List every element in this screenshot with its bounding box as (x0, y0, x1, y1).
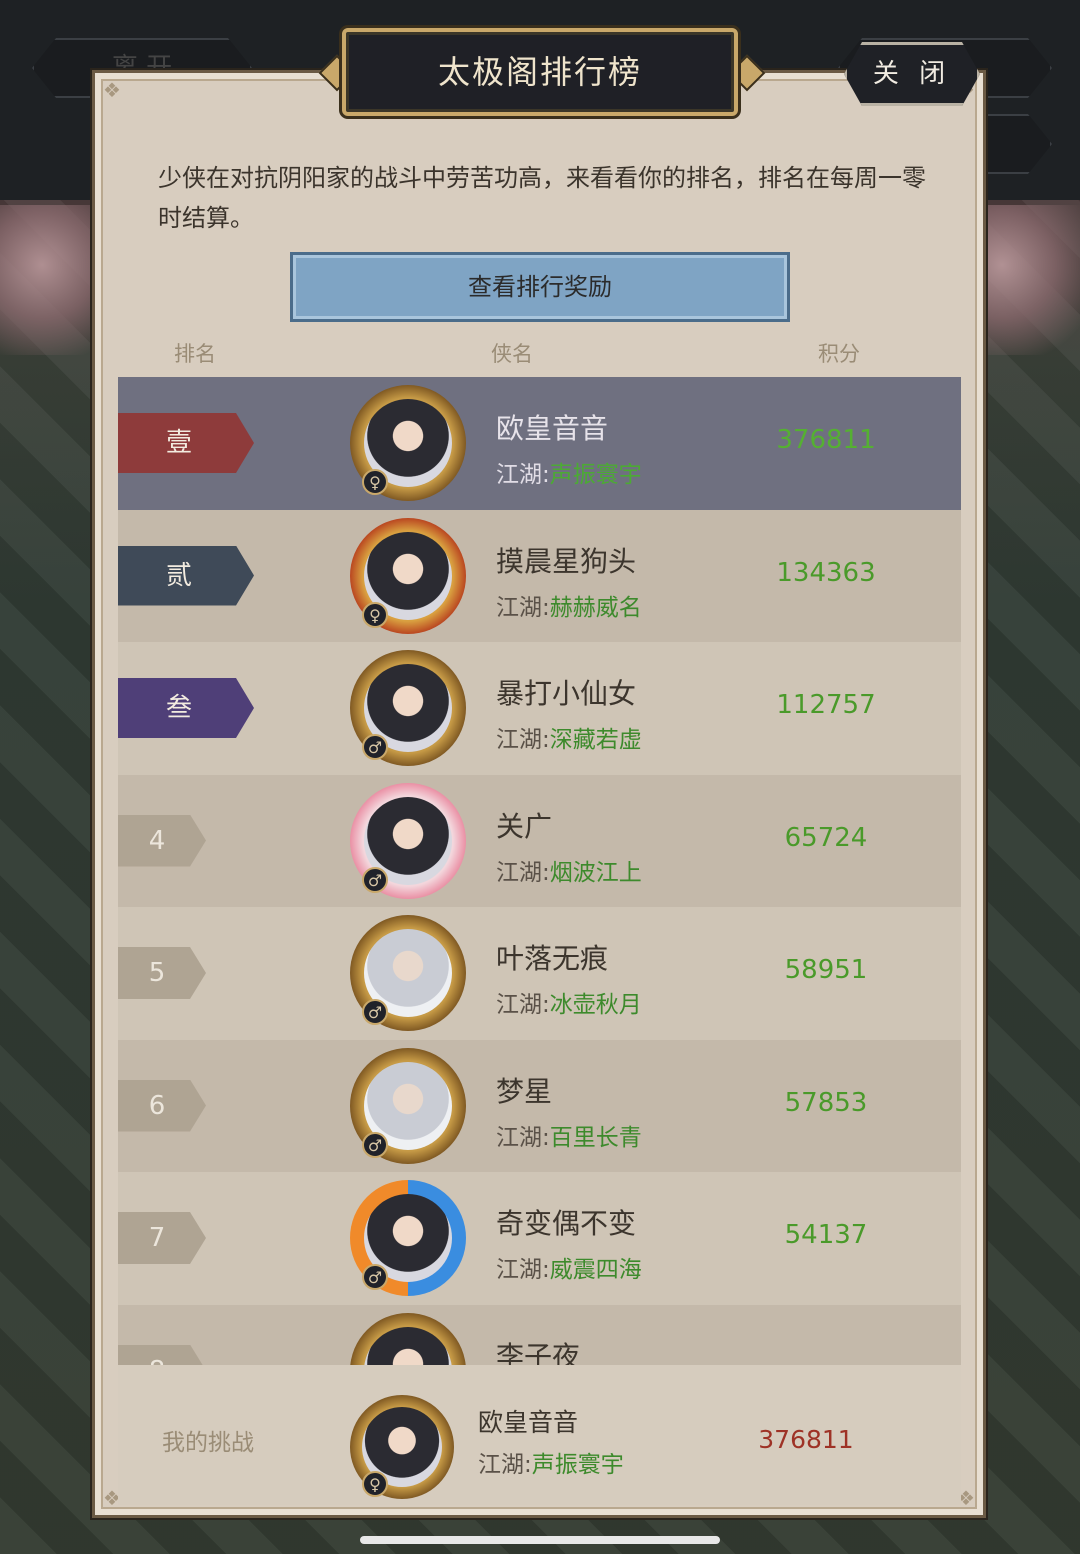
ranking-row[interactable]: 4 ♂ 关广 江湖:烟波江上 65724 (118, 774, 961, 907)
player-name: 梦星 (496, 1074, 553, 1108)
player-score: 112757 (776, 690, 876, 720)
ranking-list[interactable]: 壹 ♀ 欧皇音音 江湖:声振寰宇 376811 贰 ♀ 摸晨星狗头 江湖:赫赫威… (118, 377, 961, 1365)
male-icon: ♂ (362, 1131, 388, 1158)
player-name: 摸晨星狗头 (496, 544, 637, 578)
player-score: 376811 (776, 425, 876, 455)
jianghu-rank: 江湖:赫赫威名 (496, 594, 642, 621)
ranking-row[interactable]: 8 李子夜 (118, 1304, 961, 1366)
my-jianghu-rank: 江湖:声振寰宇 (478, 1452, 624, 1478)
description-text: 少侠在对抗阴阳家的战斗中劳苦功高，来看看你的排名，排名在每周一零时结算。 (158, 164, 926, 232)
avatar[interactable] (350, 1312, 470, 1365)
jianghu-rank: 江湖:威震四海 (496, 1257, 642, 1283)
jianghu-rank: 江湖:烟波江上 (496, 859, 642, 886)
ranking-row[interactable]: 7 ♂ 奇变偶不变 江湖:威震四海 54137 (118, 1172, 961, 1305)
home-indicator[interactable] (360, 1536, 720, 1544)
column-header-name: 侠名 (491, 342, 533, 366)
rank-number: 6 (118, 1079, 206, 1132)
rank-badge: 叁 (118, 678, 254, 738)
avatar[interactable]: ♀ (350, 517, 470, 638)
my-avatar[interactable]: ♀ (350, 1395, 456, 1501)
ranking-row[interactable]: 壹 ♀ 欧皇音音 江湖:声振寰宇 376811 (118, 377, 961, 510)
player-name: 暴打小仙女 (496, 677, 637, 710)
avatar[interactable]: ♂ (350, 650, 470, 770)
column-header-rank: 排名 (174, 342, 216, 366)
jianghu-rank: 江湖:深藏若虚 (496, 727, 642, 753)
my-score: 376811 (758, 1425, 854, 1454)
female-icon: ♀ (362, 469, 388, 495)
ranking-row[interactable]: 叁 ♂ 暴打小仙女 江湖:深藏若虚 112757 (118, 642, 961, 775)
rank-badge: 贰 (118, 545, 254, 606)
my-challenge-row[interactable]: 我的挑战 ♀ 欧皇音音 江湖:声振寰宇 376811 (118, 1365, 961, 1505)
player-score: 54137 (784, 1220, 868, 1250)
close-button[interactable]: 关 闭 (844, 42, 980, 106)
avatar[interactable]: ♀ (350, 385, 470, 505)
player-name: 李子夜 (496, 1339, 581, 1366)
avatar[interactable]: ♂ (350, 1180, 470, 1300)
player-score: 65724 (784, 822, 868, 853)
player-name: 奇变偶不变 (496, 1207, 637, 1240)
panel-title: 太极阁排行榜 (437, 53, 642, 91)
avatar[interactable]: ♂ (350, 915, 470, 1035)
jianghu-rank: 江湖:百里长青 (496, 1124, 642, 1151)
player-score: 134363 (776, 557, 876, 588)
player-name: 关广 (496, 809, 553, 843)
player-score: 58951 (784, 955, 868, 985)
ranking-row[interactable]: 5 ♂ 叶落无痕 江湖:冰壶秋月 58951 (118, 907, 961, 1040)
rank-number: 7 (118, 1212, 206, 1264)
male-icon: ♂ (362, 866, 388, 893)
male-icon: ♂ (362, 999, 388, 1025)
rank-badge: 壹 (118, 413, 254, 473)
avatar[interactable]: ♂ (350, 782, 470, 903)
my-player-name: 欧皇音音 (478, 1408, 579, 1437)
column-header-score: 积分 (818, 342, 860, 366)
player-name: 欧皇音音 (496, 412, 609, 445)
rank-number: 4 (118, 814, 206, 867)
rank-number: 5 (118, 947, 206, 999)
jianghu-rank: 江湖:声振寰宇 (496, 462, 642, 488)
ranking-row[interactable]: 贰 ♀ 摸晨星狗头 江湖:赫赫威名 134363 (118, 509, 961, 642)
jianghu-rank: 江湖:冰壶秋月 (496, 992, 642, 1018)
corner-ornament-icon: ❖ (103, 78, 121, 102)
female-icon: ♀ (362, 601, 388, 628)
panel-title-plate: 太极阁排行榜 (342, 28, 738, 116)
male-icon: ♂ (362, 1264, 388, 1290)
female-icon: ♀ (362, 1471, 388, 1497)
avatar[interactable]: ♂ (350, 1047, 470, 1168)
view-rewards-button[interactable]: 查看排行奖励 (290, 252, 790, 322)
rank-number: 8 (118, 1344, 206, 1365)
ranking-row[interactable]: 6 ♂ 梦星 江湖:百里长青 57853 (118, 1039, 961, 1172)
male-icon: ♂ (362, 734, 388, 760)
player-score: 57853 (784, 1087, 868, 1118)
my-challenge-label: 我的挑战 (162, 1430, 254, 1456)
player-name: 叶落无痕 (496, 942, 609, 975)
